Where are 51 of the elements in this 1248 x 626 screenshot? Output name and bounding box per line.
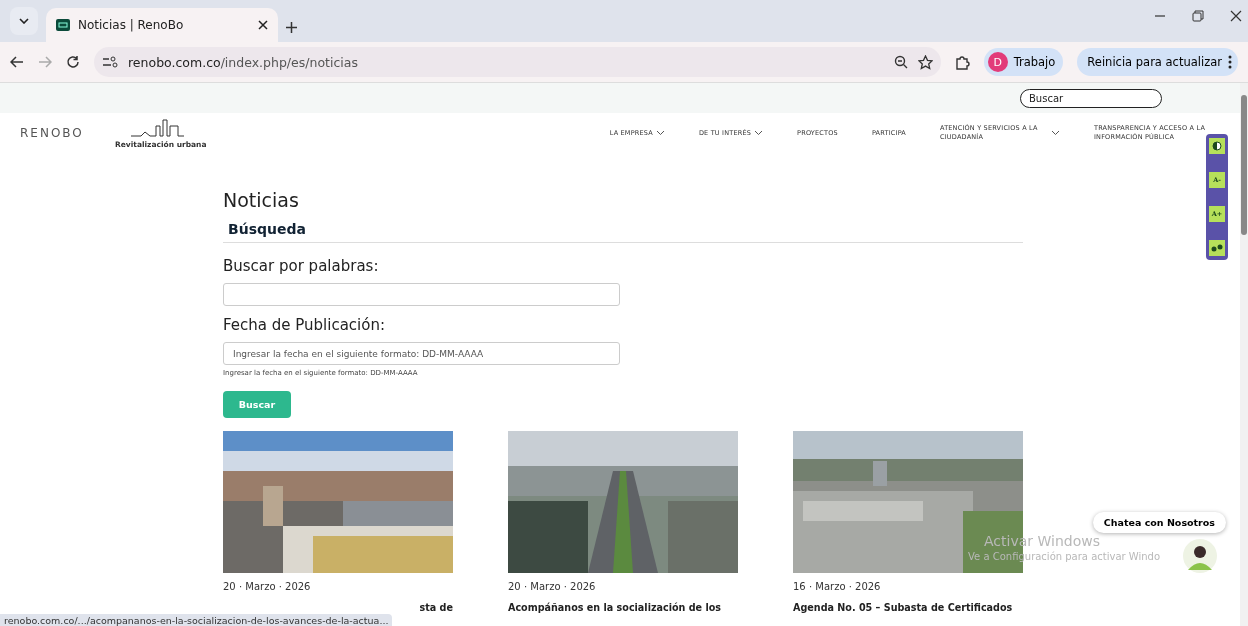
chat-button[interactable]: Chatea con Nosotros: [1092, 512, 1226, 533]
news-date: 20 · Marzo · 2026: [223, 581, 312, 592]
news-title[interactable]: Acompáñanos en la socialización de los: [508, 602, 738, 615]
profile-label: Trabajo: [1013, 55, 1056, 69]
photo-placeholder[interactable]: [508, 431, 738, 573]
restore-icon[interactable]: [1192, 10, 1204, 22]
reload-icon[interactable]: [66, 55, 80, 69]
star-icon[interactable]: [917, 54, 933, 70]
field-label: Fecha de Publicación:: [223, 316, 386, 334]
address-url: renobo.com.co/index.php/es/noticias: [128, 54, 359, 70]
more-icon[interactable]: [1228, 55, 1232, 69]
update-button[interactable]: Reinicia para actualizar: [1077, 48, 1238, 76]
status-url: renobo.com.co/.../acompananos-en-la-socializacion-de-los-avances-de-la-actua...: [0, 614, 393, 626]
address-bar[interactable]: renobo.com.co/index.php/es/noticias: [94, 47, 941, 77]
zoom-out-icon[interactable]: [893, 55, 908, 69]
favicon-icon: [56, 19, 70, 31]
news-title[interactable]: sta de: [223, 602, 453, 615]
tab-list-button[interactable]: [10, 7, 38, 35]
page-title: Noticias: [223, 189, 300, 211]
link-button[interactable]: [1209, 240, 1225, 256]
new-tab-icon[interactable]: [286, 22, 297, 33]
close-icon[interactable]: [1230, 10, 1242, 22]
news-date: 20 · Marzo · 2026: [508, 581, 597, 592]
chevron-down-icon[interactable]: [655, 130, 665, 136]
avatar-circle: D: [987, 52, 1008, 72]
browser-tab[interactable]: Noticias | RenoBo: [46, 8, 278, 42]
close-icon[interactable]: [258, 20, 268, 30]
puzzle-icon[interactable]: [954, 54, 970, 70]
contrast-button[interactable]: [1209, 138, 1225, 154]
forward-icon: [38, 56, 52, 68]
photo-placeholder[interactable]: [223, 431, 453, 573]
link-icon: [1211, 244, 1223, 252]
section-heading: Búsqueda: [228, 221, 307, 239]
news-title[interactable]: Agenda No. 05 – Subasta de Certificados: [793, 602, 1023, 615]
contrast-icon: [1212, 141, 1222, 151]
site-settings-icon[interactable]: [102, 56, 118, 68]
site-logo[interactable]: RENOBO: [20, 126, 115, 140]
field-label: Buscar por palabras:: [223, 257, 380, 275]
chevron-down-icon[interactable]: [19, 18, 29, 24]
back-icon[interactable]: [10, 56, 24, 68]
scrollbar-thumb[interactable]: [1241, 95, 1247, 235]
chat-agent-icon[interactable]: [1182, 538, 1218, 574]
news-date: 16 · Marzo · 2026: [793, 581, 882, 592]
chevron-down-icon[interactable]: [754, 130, 764, 136]
scrollbar[interactable]: [1240, 83, 1248, 626]
tab-title: Noticias | RenoBo: [78, 18, 185, 32]
text-field[interactable]: [223, 283, 620, 306]
text-field[interactable]: Ingresar la fecha en el siguiente formato: DD-MM-AAAA: [223, 342, 620, 365]
search-field[interactable]: Buscar: [1020, 88, 1162, 108]
profile-button[interactable]: D Trabajo: [983, 48, 1064, 76]
chevron-down-icon[interactable]: [1051, 130, 1060, 136]
